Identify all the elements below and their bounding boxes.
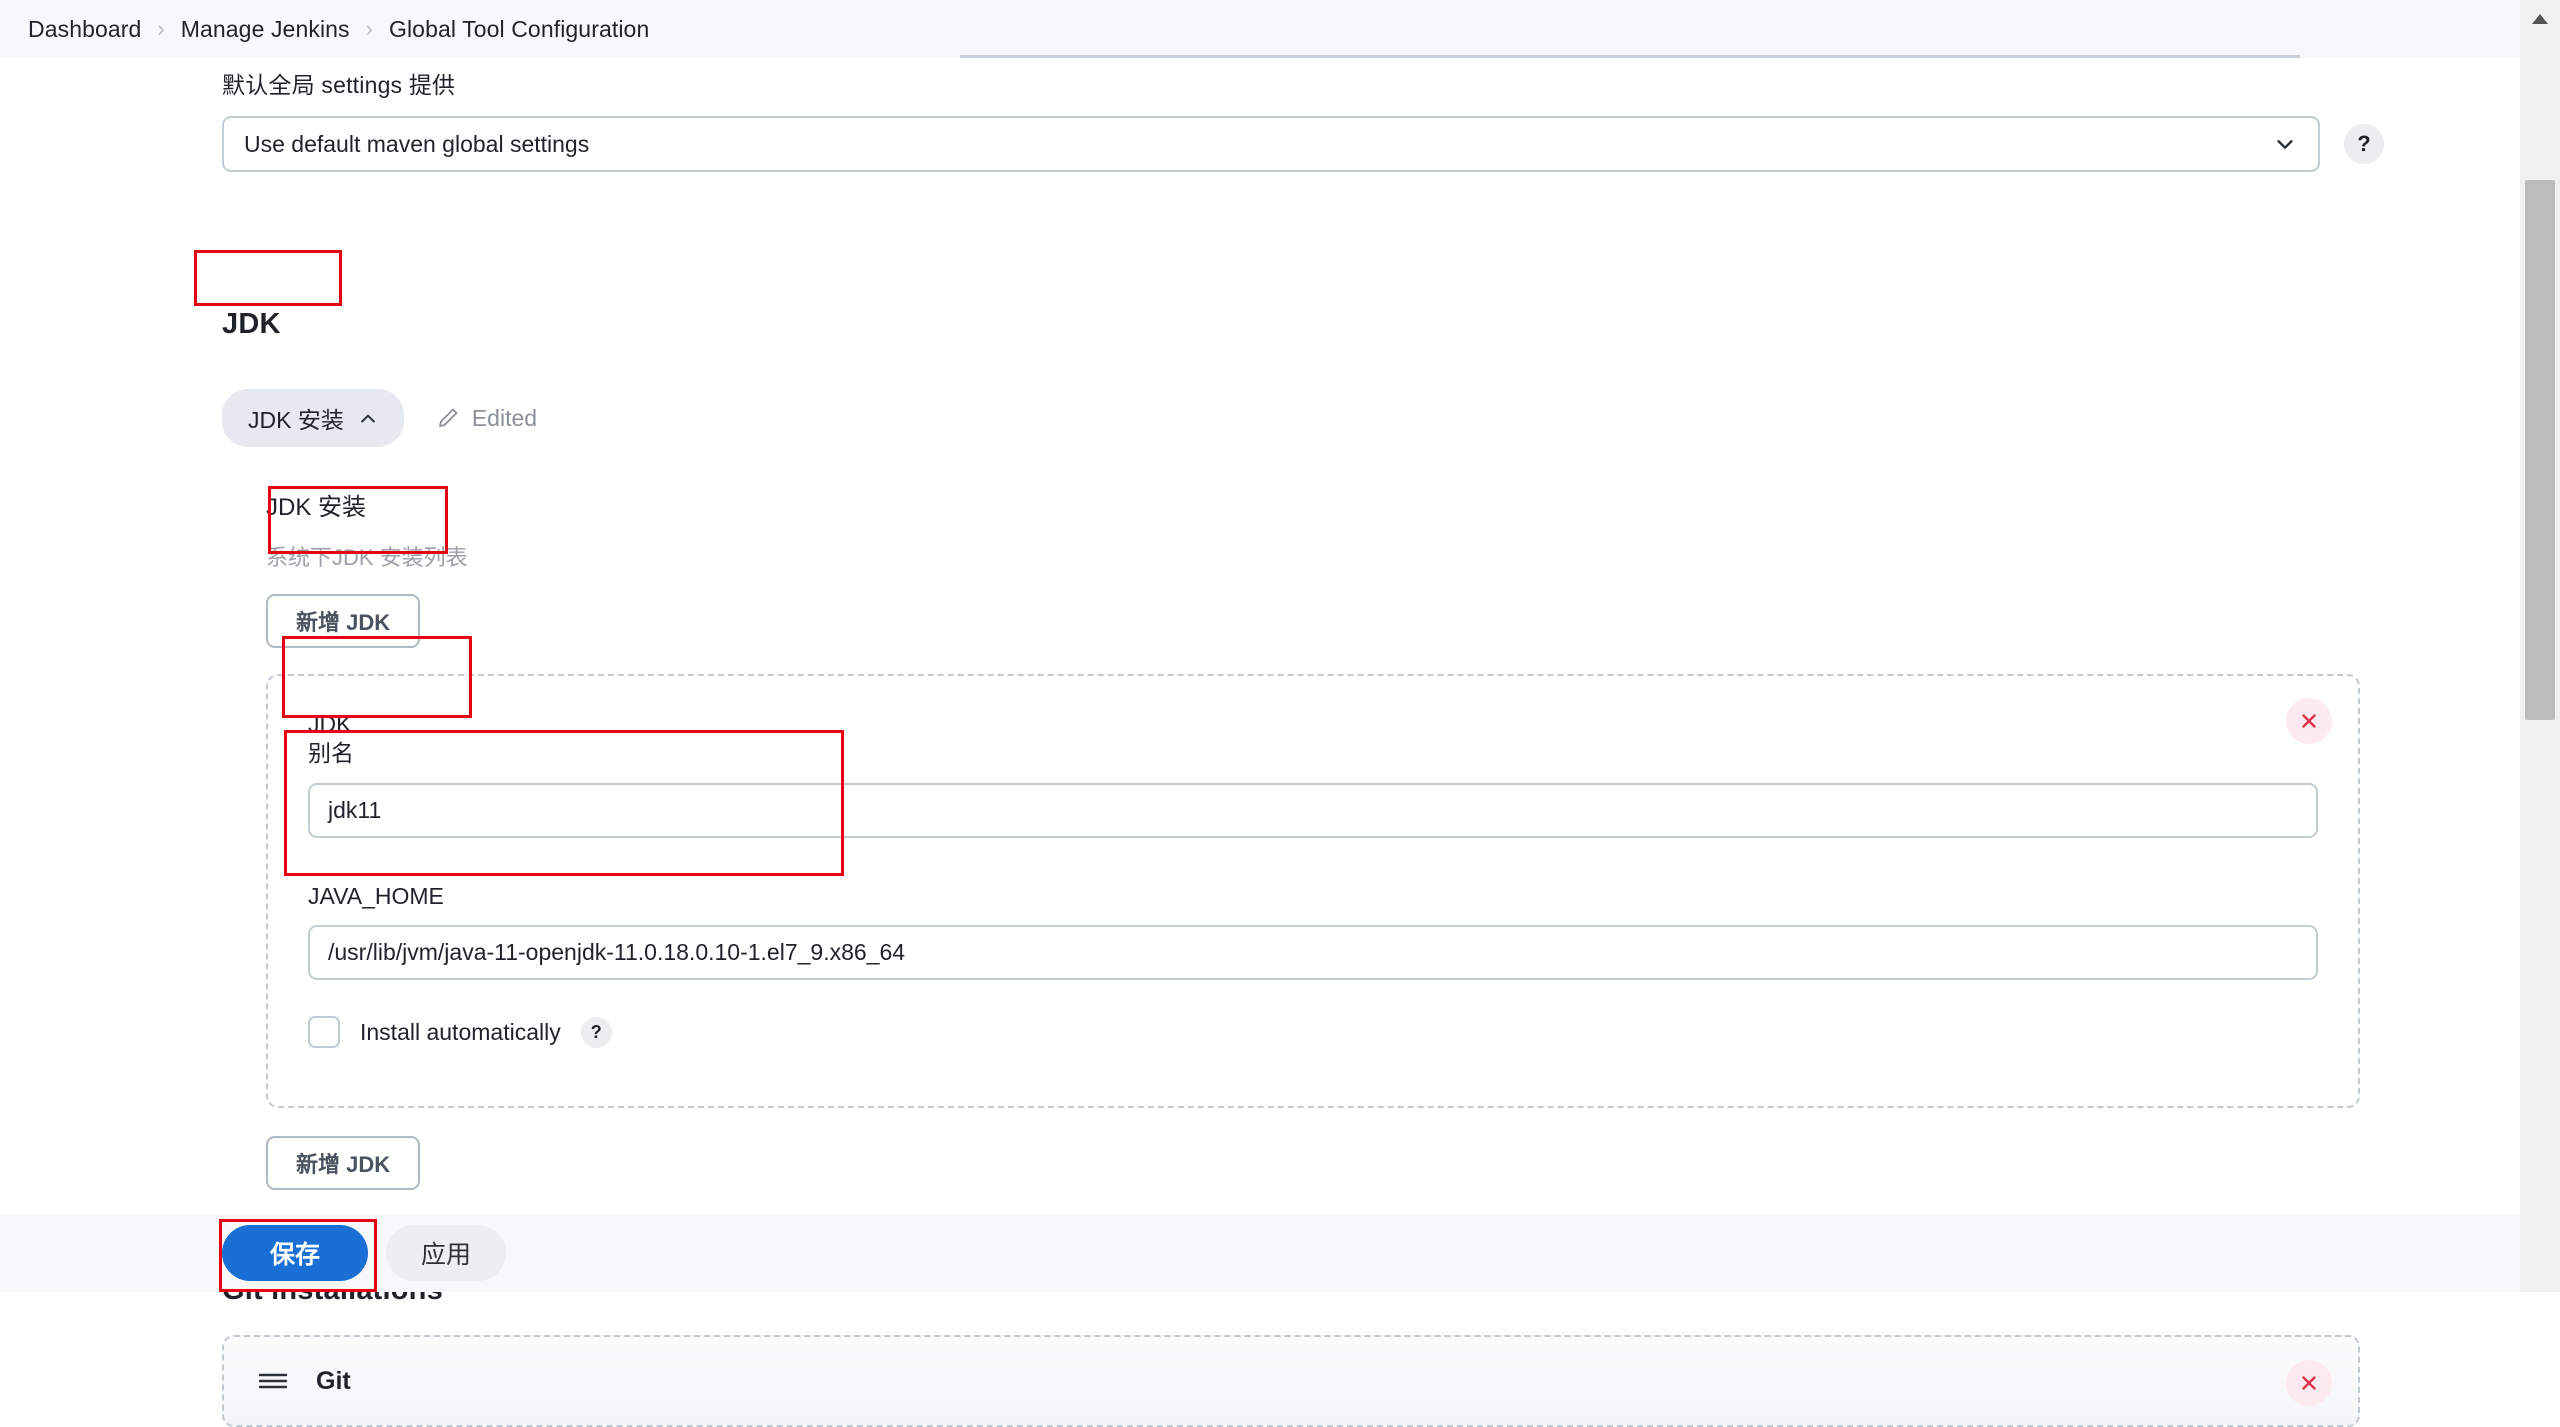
maven-global-settings-select[interactable]: Use default maven global settings bbox=[222, 116, 2320, 172]
jdk-edited-status: Edited bbox=[436, 405, 537, 432]
maven-global-settings-row: Use default maven global settings ? bbox=[222, 116, 2384, 172]
scroll-up-arrow-icon[interactable] bbox=[2531, 12, 2549, 24]
jdk-entry-delete-button[interactable] bbox=[2286, 698, 2332, 744]
breadcrumb-item-global-tool-configuration[interactable]: Global Tool Configuration bbox=[383, 12, 655, 47]
jdk-alias-value: jdk11 bbox=[328, 796, 382, 823]
jdk-edited-label: Edited bbox=[471, 404, 538, 431]
jdk-installations-panel-title: JDK 安装 bbox=[266, 494, 367, 521]
install-automatically-help-icon[interactable]: ? bbox=[580, 1016, 612, 1048]
chevron-up-icon bbox=[358, 408, 378, 428]
git-installation-label: Git bbox=[316, 1366, 351, 1395]
jdk-installations-panel-subtitle: 系统下JDK 安装列表 bbox=[266, 545, 468, 570]
java-home-input[interactable]: /usr/lib/jvm/java-11-openjdk-11.0.18.0.1… bbox=[308, 925, 2318, 981]
jdk-alias-label: 别名 bbox=[308, 740, 354, 767]
maven-global-settings-group: 默认全局 settings 提供 Use default maven globa… bbox=[222, 66, 2384, 172]
jdk-installations-toggle-label: JDK 安装 bbox=[248, 407, 344, 433]
git-installation-delete-button[interactable] bbox=[2286, 1360, 2332, 1407]
jdk-installations-toggle[interactable]: JDK 安装 bbox=[222, 389, 404, 447]
git-installation-row[interactable]: Git bbox=[222, 1335, 2360, 1427]
save-button[interactable]: 保存 bbox=[222, 1225, 368, 1281]
jdk-entry-card: JDK 别名 jdk11 JAVA_HOME /usr/lib/jvm/java… bbox=[266, 674, 2360, 1109]
java-home-value: /usr/lib/jvm/java-11-openjdk-11.0.18.0.1… bbox=[328, 939, 906, 966]
pencil-icon bbox=[436, 406, 460, 430]
install-automatically-checkbox[interactable] bbox=[308, 1016, 340, 1049]
maven-global-settings-label: 默认全局 settings 提供 bbox=[222, 72, 456, 98]
breadcrumb-separator: › bbox=[365, 16, 373, 41]
breadcrumb-item-manage-jenkins[interactable]: Manage Jenkins bbox=[175, 12, 356, 47]
drag-handle-icon[interactable] bbox=[256, 1370, 290, 1392]
jdk-alias-input[interactable]: jdk11 bbox=[308, 782, 2318, 838]
add-jdk-button-bottom[interactable]: 新增 JDK bbox=[266, 1136, 421, 1191]
add-jdk-button-top[interactable]: 新增 JDK bbox=[266, 594, 421, 648]
page-content: 默认全局 settings 提供 Use default maven globa… bbox=[0, 42, 2520, 1427]
install-automatically-label: Install automatically bbox=[360, 1018, 561, 1045]
form-action-bar: 保存 应用 bbox=[0, 1214, 2520, 1292]
jdk-section-title: JDK bbox=[222, 308, 281, 340]
breadcrumb-underline bbox=[960, 55, 2300, 58]
jdk-installations-panel: JDK 安装 系统下JDK 安装列表 新增 JDK JDK 别名 jdk11 J… bbox=[222, 487, 2360, 1191]
maven-global-settings-help-icon[interactable]: ? bbox=[2344, 124, 2384, 164]
vertical-scrollbar[interactable] bbox=[2520, 0, 2560, 1292]
git-section: Git installations Git bbox=[222, 1274, 2360, 1427]
breadcrumb-item-dashboard[interactable]: Dashboard bbox=[22, 12, 147, 47]
java-home-label: JAVA_HOME bbox=[308, 882, 444, 909]
jdk-chip-row: JDK 安装 Edited bbox=[222, 389, 2360, 447]
chevron-down-icon bbox=[2274, 133, 2296, 155]
install-automatically-row: Install automatically ? bbox=[308, 1016, 2318, 1049]
apply-button[interactable]: 应用 bbox=[386, 1225, 506, 1281]
breadcrumb-separator: › bbox=[157, 16, 165, 41]
jdk-entry-heading: JDK bbox=[308, 711, 352, 737]
breadcrumb-bar: Dashboard › Manage Jenkins › Global Tool… bbox=[0, 0, 2520, 58]
scrollbar-thumb[interactable] bbox=[2525, 180, 2555, 720]
maven-global-settings-value: Use default maven global settings bbox=[244, 130, 590, 157]
